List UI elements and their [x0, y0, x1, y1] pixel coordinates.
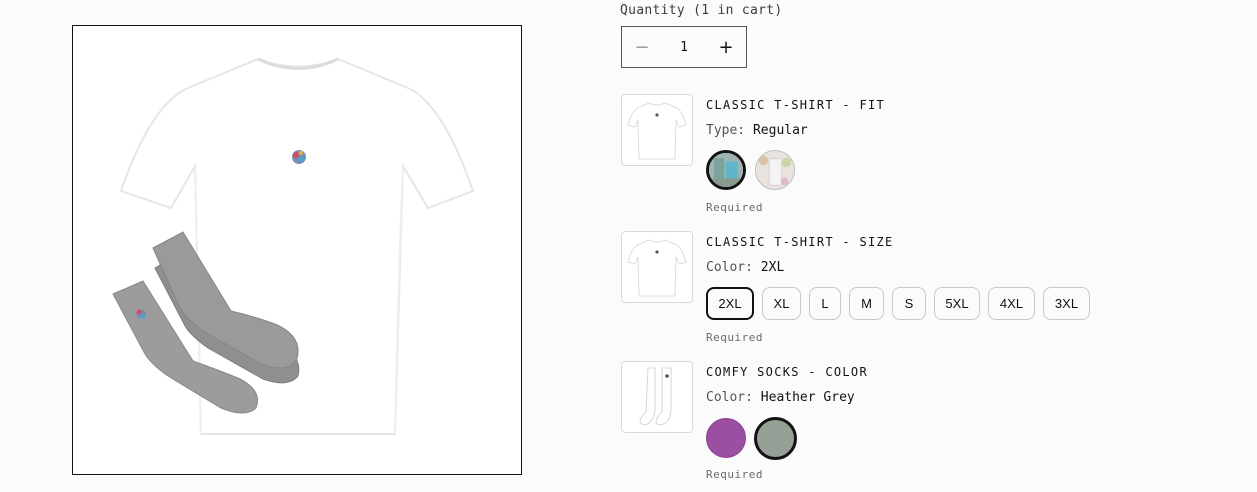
required-note: Required: [706, 201, 763, 214]
option-title: COMFY SOCKS - COLOR: [706, 365, 868, 379]
swatch-color-purple[interactable]: [706, 418, 746, 458]
size-l-button[interactable]: L: [809, 287, 841, 320]
swatch-fit-relaxed[interactable]: [755, 150, 795, 190]
option-value-key: Type:: [706, 123, 746, 138]
quantity-increase-button[interactable]: +: [706, 27, 746, 67]
option-title: CLASSIC T-SHIRT - SIZE: [706, 235, 894, 249]
quantity-input[interactable]: [664, 39, 704, 55]
tshirt-thumbnail: [621, 94, 693, 166]
quantity-stepper: − +: [621, 26, 747, 68]
required-note: Required: [706, 468, 763, 481]
option-value-key: Color:: [706, 390, 753, 405]
swatch-fit-regular[interactable]: [706, 150, 746, 190]
option-value: Color: 2XL: [706, 260, 784, 275]
size-m-button[interactable]: M: [849, 287, 884, 320]
product-main-image[interactable]: [72, 25, 522, 475]
quantity-label: Quantity (1 in cart): [620, 3, 783, 18]
tshirt-thumbnail: [621, 231, 693, 303]
option-value-text: Regular: [752, 123, 808, 138]
required-note: Required: [706, 331, 763, 344]
option-title: CLASSIC T-SHIRT - FIT: [706, 98, 886, 112]
size-xl-button[interactable]: XL: [762, 287, 801, 320]
option-value-text: Heather Grey: [760, 390, 855, 405]
option-value: Color: Heather Grey: [706, 390, 855, 405]
size-s-button[interactable]: S: [892, 287, 926, 320]
size-3xl-button[interactable]: 3XL: [1043, 287, 1090, 320]
option-value-text: 2XL: [760, 260, 785, 275]
option-value: Type: Regular: [706, 123, 808, 138]
size-5xl-button[interactable]: 5XL: [934, 287, 980, 320]
size-2xl-button[interactable]: 2XL: [706, 287, 754, 320]
option-value-key: Color:: [706, 260, 753, 275]
socks-thumbnail: [621, 361, 693, 433]
swatch-color-heather-grey[interactable]: [754, 417, 797, 460]
size-4xl-button[interactable]: 4XL: [988, 287, 1035, 320]
quantity-decrease-button[interactable]: −: [622, 27, 662, 67]
